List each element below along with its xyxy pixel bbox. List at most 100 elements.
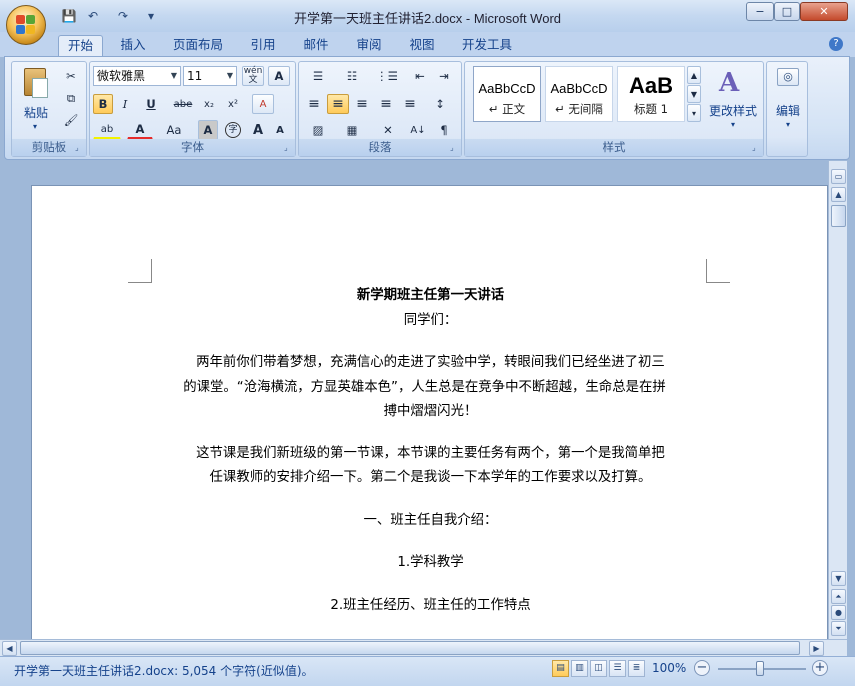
grow-font-button[interactable]: A: [248, 120, 268, 140]
distribute-button[interactable]: ≡: [399, 94, 421, 114]
styles-scroll-down-icon[interactable]: ▼: [687, 85, 701, 103]
office-logo-icon: [16, 15, 36, 35]
borders-button[interactable]: ▦: [337, 120, 367, 140]
cut-icon[interactable]: ✂: [62, 66, 80, 86]
decrease-indent-button[interactable]: ⇤: [409, 66, 431, 86]
phonetic-guide-button[interactable]: wén 文: [242, 66, 264, 86]
align-right-button[interactable]: ≡: [351, 94, 373, 114]
paste-dropdown-icon[interactable]: ▾: [20, 122, 50, 131]
increase-indent-button[interactable]: ⇥: [433, 66, 455, 86]
editing-group[interactable]: ◎ 编辑 ▾: [766, 61, 808, 157]
format-painter-icon[interactable]: 🖌: [62, 110, 80, 130]
zoom-in-icon[interactable]: +: [812, 660, 828, 676]
styles-more-icon[interactable]: ▾: [687, 104, 701, 122]
vertical-scrollbar[interactable]: ▭ ▲ ▼ ⏶ ● ⏷: [828, 161, 847, 639]
styles-launcher-icon[interactable]: ⌟: [752, 144, 761, 153]
close-button[interactable]: ✕: [800, 2, 848, 21]
char-border-button[interactable]: A: [268, 66, 290, 86]
tab-references[interactable]: 引用: [243, 35, 283, 57]
previous-page-icon[interactable]: ⏶: [831, 589, 846, 604]
font-launcher-icon[interactable]: ⌟: [284, 144, 293, 153]
maximize-button[interactable]: □: [774, 2, 800, 21]
document-stats[interactable]: 开学第一天班主任讲话2.docx: 5,054 个字符(近似值)。: [14, 662, 314, 679]
sort-button[interactable]: A↓: [407, 120, 429, 140]
align-left-button[interactable]: ≡: [303, 94, 325, 114]
margin-corner-mark: [128, 259, 152, 283]
horizontal-scrollbar[interactable]: ◀ ▶: [0, 639, 847, 656]
align-center-button[interactable]: ≡: [327, 94, 349, 114]
scroll-down-icon[interactable]: ▼: [831, 571, 846, 586]
highlight-button[interactable]: ab: [93, 120, 121, 140]
line-spacing-button[interactable]: ↕: [425, 94, 455, 114]
minimize-button[interactable]: −: [746, 2, 774, 21]
full-screen-reading-icon[interactable]: ▥: [571, 660, 588, 677]
numbering-button[interactable]: ☷: [337, 66, 367, 86]
tab-home[interactable]: 开始: [58, 35, 103, 57]
font-size-combo[interactable]: 11 ▼: [183, 66, 237, 86]
style-no-spacing[interactable]: AaBbCcD ↵ 无间隔: [545, 66, 613, 122]
ruler-toggle-icon[interactable]: ▭: [831, 169, 846, 184]
office-button[interactable]: [6, 5, 46, 45]
multilevel-list-button[interactable]: ⋮☰: [371, 66, 403, 86]
scroll-up-icon[interactable]: ▲: [831, 187, 846, 202]
draft-view-icon[interactable]: ≣: [628, 660, 645, 677]
underline-button[interactable]: U: [138, 94, 164, 114]
enclose-chars-button[interactable]: 字: [222, 120, 244, 140]
next-page-icon[interactable]: ⏷: [831, 621, 846, 636]
document-content[interactable]: 新学期班主任第一天讲话 同学们： 两年前你们带着梦想，充满信心的走进了实验中学，…: [152, 284, 709, 618]
print-layout-view-icon[interactable]: ▤: [552, 660, 569, 677]
show-marks-button[interactable]: ¶: [433, 120, 455, 140]
styles-scroll-up-icon[interactable]: ▲: [687, 66, 701, 84]
tab-review[interactable]: 审阅: [349, 35, 389, 57]
binoculars-icon: ◎: [777, 68, 799, 86]
outline-view-icon[interactable]: ☰: [609, 660, 626, 677]
doc-paragraph-line: 任课教师的安排介绍一下。第二个是我谈一下本学年的工作要求以及打算。: [209, 470, 652, 485]
doc-paragraph-line: 两年前你们带着梦想，充满信心的走进了实验中学，转眼间我们已经坐进了初三: [196, 355, 665, 370]
style-sample: AaBbCcD: [478, 81, 536, 96]
tab-page-layout[interactable]: 页面布局: [168, 35, 228, 57]
font-group: 微软雅黑 ▼ 11 ▼ wén 文 A B I U abe x₂ x² A ab…: [89, 61, 296, 157]
change-case-button[interactable]: Aa: [160, 120, 188, 140]
font-color-button[interactable]: A: [127, 120, 153, 140]
style-name: ↵ 无间隔: [555, 102, 603, 116]
zoom-out-icon[interactable]: −: [694, 660, 710, 676]
paste-button[interactable]: 粘贴 ▾: [20, 66, 50, 136]
superscript-button[interactable]: x²: [222, 94, 244, 114]
help-icon[interactable]: ?: [829, 37, 843, 51]
copy-icon[interactable]: ⧉: [62, 88, 80, 108]
clipboard-launcher-icon[interactable]: ⌟: [75, 144, 84, 153]
zoom-slider-thumb[interactable]: [756, 661, 764, 676]
justify-button[interactable]: ≡: [375, 94, 397, 114]
tab-developer[interactable]: 开发工具: [456, 35, 518, 57]
paragraph-launcher-icon[interactable]: ⌟: [450, 144, 459, 153]
styles-group: AaBbCcD ↵ 正文 AaBbCcD ↵ 无间隔 AaB 标题 1 ▲ ▼ …: [464, 61, 764, 157]
style-normal[interactable]: AaBbCcD ↵ 正文: [473, 66, 541, 122]
zoom-level[interactable]: 100%: [652, 661, 686, 675]
italic-button[interactable]: I: [115, 94, 135, 114]
chinese-layout-button[interactable]: ✕: [373, 120, 403, 140]
char-shading-button[interactable]: A: [198, 120, 218, 140]
bullets-button[interactable]: ☰: [303, 66, 333, 86]
scroll-thumb[interactable]: [831, 205, 846, 227]
web-layout-icon[interactable]: ◫: [590, 660, 607, 677]
browse-object-icon[interactable]: ●: [831, 605, 846, 620]
chevron-down-icon[interactable]: ▼: [224, 67, 236, 85]
tab-view[interactable]: 视图: [402, 35, 442, 57]
scroll-right-icon[interactable]: ▶: [809, 641, 824, 656]
shading-button[interactable]: ▨: [303, 120, 333, 140]
bold-button[interactable]: B: [93, 94, 113, 114]
change-styles-icon: A: [719, 68, 740, 98]
style-heading-1[interactable]: AaB 标题 1: [617, 66, 685, 122]
hscroll-thumb[interactable]: [20, 641, 800, 655]
subscript-button[interactable]: x₂: [198, 94, 220, 114]
scroll-left-icon[interactable]: ◀: [2, 641, 17, 656]
tab-insert[interactable]: 插入: [112, 35, 154, 57]
tab-mailings[interactable]: 邮件: [296, 35, 336, 57]
chevron-down-icon[interactable]: ▼: [168, 67, 180, 85]
strikethrough-button[interactable]: abe: [170, 94, 196, 114]
clear-formatting-button[interactable]: A: [252, 94, 274, 114]
document-page[interactable]: 新学期班主任第一天讲话 同学们： 两年前你们带着梦想，充满信心的走进了实验中学，…: [31, 185, 828, 645]
shrink-font-button[interactable]: A: [270, 120, 290, 140]
font-name-combo[interactable]: 微软雅黑 ▼: [93, 66, 181, 86]
change-styles-button[interactable]: A 更改样式 ▾: [705, 64, 761, 138]
